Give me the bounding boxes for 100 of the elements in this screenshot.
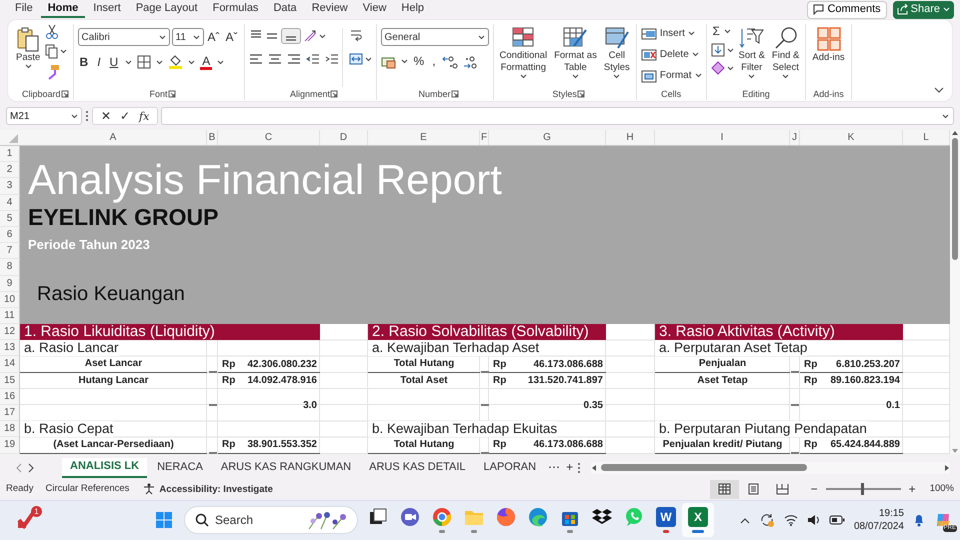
dialog-launcher-icon[interactable] xyxy=(168,90,176,98)
row-header[interactable]: 18 xyxy=(0,421,20,438)
align-left-icon[interactable] xyxy=(248,52,263,66)
caret-icon[interactable] xyxy=(400,59,408,64)
clock-time[interactable]: 19:15 xyxy=(878,507,904,520)
more-options-icon[interactable] xyxy=(577,462,582,474)
underline-button[interactable]: U xyxy=(108,54,120,70)
caret-icon[interactable] xyxy=(192,34,200,40)
orientation-icon[interactable] xyxy=(302,29,317,43)
accessibility-button[interactable]: Accessibility: Investigate xyxy=(141,482,275,497)
caret-icon[interactable] xyxy=(572,74,579,79)
caret-icon[interactable] xyxy=(125,60,132,64)
dialog-launcher-icon[interactable] xyxy=(450,90,459,98)
autosum-button[interactable]: Σ xyxy=(710,24,722,39)
row-header[interactable]: 6 xyxy=(0,226,20,244)
column-header[interactable]: A xyxy=(20,130,207,145)
row-header[interactable]: 8 xyxy=(0,259,20,276)
accounting-format-icon[interactable] xyxy=(380,54,397,68)
row-header[interactable]: 1 xyxy=(0,146,20,162)
number-format-dropdown[interactable]: General xyxy=(380,28,489,46)
scroll-up-icon[interactable] xyxy=(951,130,959,136)
more-options-icon[interactable] xyxy=(85,110,89,122)
scroll-left-icon[interactable] xyxy=(591,464,598,472)
decrease-decimal-icon[interactable] xyxy=(462,54,478,68)
caret-icon[interactable] xyxy=(71,114,78,118)
column-header[interactable]: D xyxy=(320,130,368,145)
row-header[interactable]: 16 xyxy=(0,388,20,405)
row-header[interactable]: 15 xyxy=(0,372,20,389)
cut-icon[interactable] xyxy=(45,24,60,39)
app-icon[interactable] xyxy=(16,510,36,530)
row-header[interactable]: 14 xyxy=(0,356,20,373)
formula-field[interactable] xyxy=(161,107,954,125)
share-button[interactable]: Share xyxy=(892,0,954,18)
row-header[interactable]: 2 xyxy=(0,162,20,178)
caret-icon[interactable] xyxy=(694,73,702,78)
paste-button[interactable]: Paste xyxy=(14,24,42,87)
bottom-align-button[interactable] xyxy=(280,28,301,44)
sheet-tab[interactable]: ARUS KAS DETAIL xyxy=(361,458,474,478)
delete-cells-button[interactable]: Delete xyxy=(640,45,702,64)
menu-tab[interactable]: View xyxy=(356,1,394,18)
sheet-tab[interactable]: ARUS KAS RANGKUMAN xyxy=(212,458,360,478)
find-select-button[interactable]: Find & Select xyxy=(770,24,802,87)
caret-icon[interactable] xyxy=(692,52,699,57)
scrollbar-thumb[interactable] xyxy=(952,138,958,260)
align-center-icon[interactable] xyxy=(268,52,282,66)
dialog-launcher-icon[interactable] xyxy=(60,90,69,98)
font-color-button[interactable]: A xyxy=(200,54,212,70)
row-header[interactable]: 10 xyxy=(0,292,20,308)
caret-icon[interactable] xyxy=(724,29,731,34)
battery-icon[interactable] xyxy=(828,515,845,526)
caret-icon[interactable] xyxy=(188,60,196,64)
add-sheet-button[interactable]: + xyxy=(564,460,576,476)
row-header[interactable]: 9 xyxy=(0,276,20,292)
menu-tab[interactable]: Help xyxy=(394,1,432,18)
percent-button[interactable]: % xyxy=(412,54,426,69)
column-header[interactable]: H xyxy=(606,130,655,145)
spreadsheet-app-button[interactable]: X xyxy=(682,503,714,538)
copy-icon[interactable] xyxy=(45,44,58,59)
cell-styles-button[interactable]: Cell Styles xyxy=(602,24,632,87)
row-header[interactable]: 13 xyxy=(0,340,20,356)
clock-date[interactable]: 08/07/2024 xyxy=(854,520,904,534)
decrease-indent-icon[interactable] xyxy=(306,52,320,66)
menu-tab[interactable]: Review xyxy=(304,1,355,18)
font-name-dropdown[interactable]: Calibri xyxy=(78,28,170,46)
shrink-font-button[interactable]: Aˇ xyxy=(224,30,240,44)
caret-icon[interactable] xyxy=(726,48,734,52)
bell-icon[interactable] xyxy=(913,513,925,528)
menu-tab[interactable]: Formulas xyxy=(206,1,266,18)
cancel-button[interactable]: ✕ xyxy=(99,108,113,124)
row-header[interactable]: 11 xyxy=(0,308,20,324)
scroll-down-icon[interactable] xyxy=(951,448,959,454)
scrollbar-thumb[interactable] xyxy=(601,464,808,472)
format-as-table-button[interactable]: Format as Table xyxy=(552,24,599,87)
chevron-up-icon[interactable] xyxy=(740,516,750,524)
menu-tab[interactable]: Page Layout xyxy=(128,1,205,18)
sheet-tab[interactable]: NERACA xyxy=(149,458,211,478)
grow-font-button[interactable]: Aˆ xyxy=(206,30,222,44)
caret-icon[interactable] xyxy=(520,74,527,79)
row-header[interactable]: 7 xyxy=(0,243,20,260)
caret-icon[interactable] xyxy=(726,66,734,70)
caret-icon[interactable] xyxy=(613,74,620,79)
caret-icon[interactable] xyxy=(782,74,790,79)
next-sheet-icon[interactable] xyxy=(26,462,36,473)
menu-tab[interactable]: Insert xyxy=(86,1,128,18)
row-header[interactable]: 12 xyxy=(0,324,20,340)
font-size-dropdown[interactable]: 11 xyxy=(172,28,204,46)
normal-view-button[interactable] xyxy=(710,480,739,499)
row-header[interactable]: 3 xyxy=(0,178,20,195)
insert-function-button[interactable]: fx xyxy=(137,108,152,124)
row-header[interactable]: 19 xyxy=(0,437,20,454)
column-header[interactable]: G xyxy=(489,130,606,145)
format-cells-button[interactable]: Format xyxy=(640,66,702,85)
search-field[interactable]: Search xyxy=(184,506,358,534)
caret-icon[interactable] xyxy=(748,74,756,79)
dialog-launcher-icon[interactable] xyxy=(330,90,338,98)
row-header[interactable]: 17 xyxy=(0,405,20,422)
wrap-text-icon[interactable] xyxy=(348,28,363,42)
enter-button[interactable]: ✓ xyxy=(118,108,132,124)
document-app-button[interactable]: W xyxy=(650,503,682,538)
fill-color-icon[interactable] xyxy=(168,54,184,70)
